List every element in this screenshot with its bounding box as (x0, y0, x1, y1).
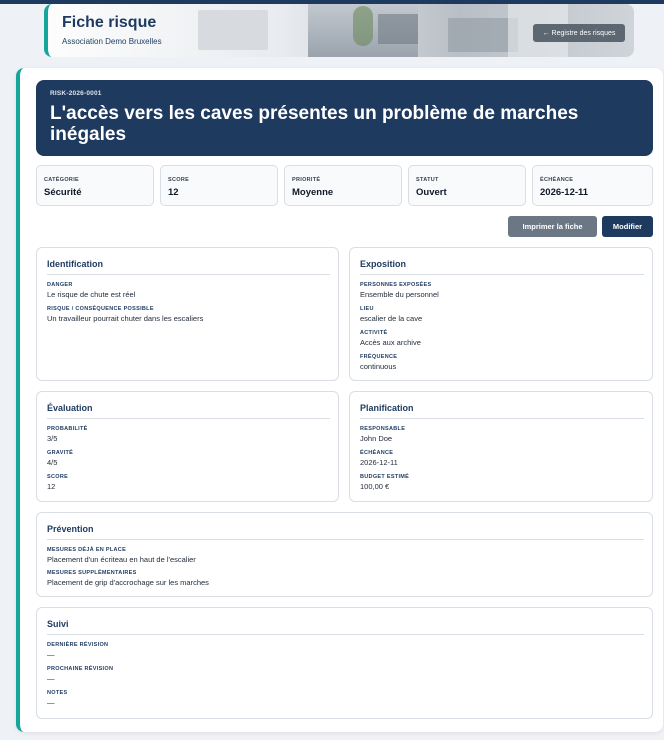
banner-background (198, 10, 268, 50)
field-value: — (47, 650, 55, 659)
field-value: 3/5 (47, 434, 58, 443)
page-header-banner: Fiche risque Association Demo Bruxelles … (44, 4, 634, 57)
field-budget: BUDGET ESTIMÉ 100,00 € (360, 474, 409, 491)
field-existing-measures: MESURES DÉJÀ EN PLACE Placement d'un écr… (47, 547, 196, 564)
banner-background (353, 6, 373, 46)
stat-value: Sécurité (44, 187, 82, 198)
field-next-review: PROCHAINE RÉVISION — (47, 666, 113, 683)
stat-label: CATÉGORIE (44, 177, 79, 183)
field-label: ÉCHÉANCE (360, 450, 394, 456)
field-label: NOTES (47, 690, 68, 696)
summary-stats: CATÉGORIE Sécurité SCORE 12 PRIORITÉ Moy… (36, 165, 653, 207)
back-to-register-button[interactable]: ← Registre des risques (533, 24, 625, 42)
field-label: FRÉQUENCE (360, 354, 398, 360)
section-title: Prévention (47, 524, 94, 534)
stat-label: PRIORITÉ (292, 177, 321, 183)
field-value: escalier de la cave (360, 314, 423, 323)
field-notes: NOTES — (47, 690, 67, 707)
stat-label: ÉCHÉANCE (540, 177, 574, 183)
field-label: DANGER (47, 282, 73, 288)
field-label: ACTIVITÉ (360, 330, 388, 336)
field-frequency: FRÉQUENCE continuous (360, 354, 397, 371)
field-label: MESURES SUPPLÉMENTAIRES (47, 570, 137, 576)
field-value: continuous (360, 362, 397, 371)
field-consequence: RISQUE / CONSÉQUENCE POSSIBLE Un travail… (47, 306, 203, 323)
risk-code: RISK-2026-0001 (50, 90, 102, 97)
evaluation-section: Évaluation PROBABILITÉ 3/5 GRAVITÉ 4/5 S… (36, 391, 339, 502)
section-divider (47, 634, 644, 635)
print-sheet-button[interactable]: Imprimer la fiche (508, 216, 597, 237)
field-score: SCORE 12 (47, 474, 68, 491)
stat-value: 12 (168, 187, 179, 198)
field-label: RESPONSABLE (360, 426, 406, 432)
field-severity: GRAVITÉ 4/5 (47, 450, 73, 467)
stat-status: STATUT Ouvert (408, 165, 526, 206)
field-value: Le risque de chute est réel (47, 290, 136, 299)
edit-button[interactable]: Modifier (602, 216, 653, 237)
section-title: Planification (360, 403, 414, 413)
field-value: John Doe (360, 434, 393, 443)
field-label: RISQUE / CONSÉQUENCE POSSIBLE (47, 306, 154, 312)
section-divider (47, 418, 330, 419)
field-danger: DANGER Le risque de chute est réel (47, 282, 135, 299)
field-responsible: RESPONSABLE John Doe (360, 426, 405, 443)
section-divider (360, 274, 644, 275)
field-value: 4/5 (47, 458, 58, 467)
stat-score: SCORE 12 (160, 165, 278, 206)
risk-hero: RISK-2026-0001 L'accès vers les caves pr… (36, 80, 653, 156)
identification-section: Identification DANGER Le risque de chute… (36, 247, 339, 381)
section-divider (47, 274, 330, 275)
field-label: GRAVITÉ (47, 450, 74, 456)
field-value: — (47, 674, 55, 683)
field-value: — (47, 698, 55, 707)
field-label: PROCHAINE RÉVISION (47, 666, 114, 672)
stat-value: Moyenne (292, 187, 334, 198)
exposition-section: Exposition PERSONNES EXPOSÉES Ensemble d… (349, 247, 653, 381)
field-label: PROBABILITÉ (47, 426, 88, 432)
field-label: MESURES DÉJÀ EN PLACE (47, 547, 127, 553)
field-label: SCORE (47, 474, 69, 480)
banner-background (378, 14, 418, 44)
section-title: Suivi (47, 619, 69, 629)
field-additional-measures: MESURES SUPPLÉMENTAIRES Placement de gri… (47, 570, 209, 587)
field-label: PERSONNES EXPOSÉES (360, 282, 432, 288)
field-value: Accès aux archive (360, 338, 421, 347)
field-value: Placement de grip d'accrochage sur les m… (47, 578, 209, 587)
field-last-review: DERNIÈRE RÉVISION — (47, 642, 108, 659)
page-title: Fiche risque (62, 14, 157, 31)
stat-priority: PRIORITÉ Moyenne (284, 165, 402, 206)
risk-title: L'accès vers les caves présentes un prob… (50, 103, 579, 145)
stat-label: SCORE (168, 177, 190, 183)
stat-category: CATÉGORIE Sécurité (36, 165, 154, 206)
section-divider (47, 539, 644, 540)
planification-section: Planification RESPONSABLE John Doe ÉCHÉA… (349, 391, 653, 502)
section-divider (360, 418, 644, 419)
section-title: Identification (47, 259, 103, 269)
field-exposed-persons: PERSONNES EXPOSÉES Ensemble du personnel (360, 282, 439, 299)
follow-up-section: Suivi DERNIÈRE RÉVISION — PROCHAINE RÉVI… (36, 607, 653, 719)
field-value: 2026-12-11 (360, 458, 398, 467)
field-label: DERNIÈRE RÉVISION (47, 642, 109, 648)
section-title: Exposition (360, 259, 407, 269)
field-value: Placement d'un écriteau en haut de l'esc… (47, 555, 196, 564)
risk-sheet-card: RISK-2026-0001 L'accès vers les caves pr… (16, 68, 663, 732)
organization-name: Association Demo Bruxelles (62, 37, 162, 46)
field-activity: ACTIVITÉ Accès aux archive (360, 330, 421, 347)
field-value: 12 (47, 482, 56, 491)
section-title: Évaluation (47, 403, 93, 413)
field-value: Un travailleur pourrait chuter dans les … (47, 314, 204, 323)
field-value: Ensemble du personnel (360, 290, 439, 299)
field-location: LIEU escalier de la cave (360, 306, 422, 323)
stat-value: 2026-12-11 (540, 187, 589, 198)
stat-value: Ouvert (416, 187, 447, 198)
field-value: 100,00 € (360, 482, 390, 491)
stat-label: STATUT (416, 177, 439, 183)
field-label: LIEU (360, 306, 374, 312)
field-label: BUDGET ESTIMÉ (360, 474, 410, 480)
stat-due-date: ÉCHÉANCE 2026-12-11 (532, 165, 653, 206)
field-probability: PROBABILITÉ 3/5 (47, 426, 88, 443)
field-due-date: ÉCHÉANCE 2026-12-11 (360, 450, 398, 467)
prevention-section: Prévention MESURES DÉJÀ EN PLACE Placeme… (36, 512, 653, 597)
